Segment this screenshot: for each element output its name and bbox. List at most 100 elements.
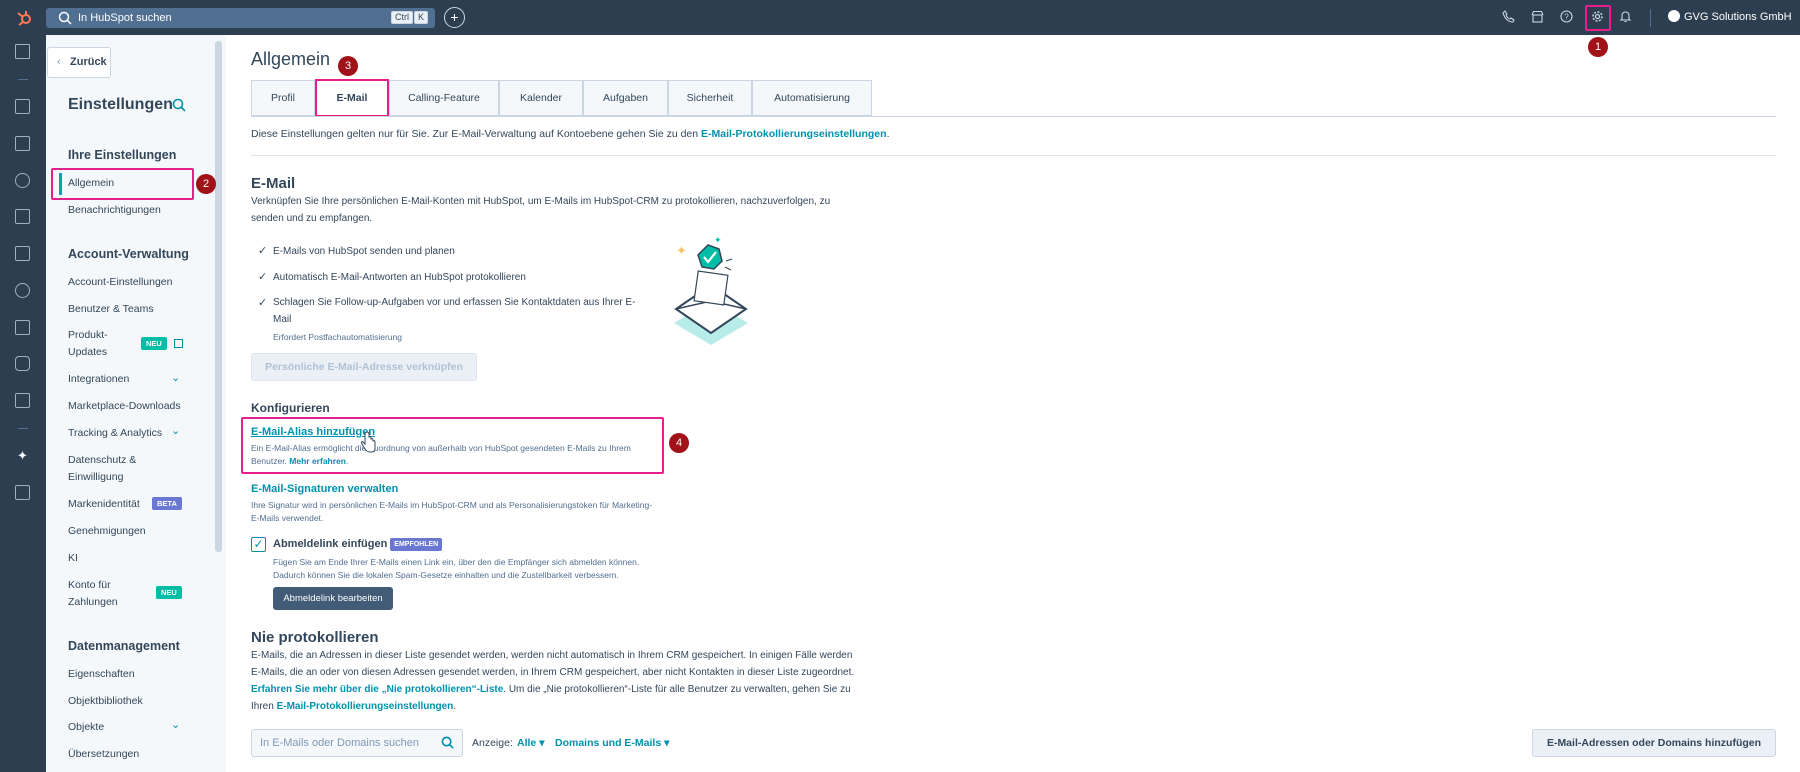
learn-more-link[interactable]: Mehr erfahren: [289, 456, 346, 466]
workspaces-icon[interactable]: [15, 99, 30, 114]
never-log-end: .: [453, 701, 457, 712]
search-icon[interactable]: [441, 736, 454, 749]
tab-kalender[interactable]: Kalender: [499, 80, 583, 116]
settings-search-icon[interactable]: [172, 98, 186, 112]
display-filter-dropdown[interactable]: Alle ▾: [517, 737, 544, 749]
sidebar-item-allgemein[interactable]: Allgemein: [68, 175, 114, 192]
unsubscribe-description-line1: Fügen Sie am Ende Ihrer E-Mails einen Li…: [273, 557, 640, 567]
sidebar-item-marketplace-downloads[interactable]: Marketplace-Downloads: [68, 398, 181, 415]
section-own-settings: Ihre Einstellungen: [68, 148, 177, 162]
sidebar-item-markenidentitaet[interactable]: Markenidentität: [68, 496, 140, 513]
bookmark-icon[interactable]: [15, 44, 30, 59]
chevron-down-icon[interactable]: ⌄: [171, 371, 180, 384]
tab-profil[interactable]: Profil: [251, 80, 315, 116]
tab-email[interactable]: E-Mail: [315, 79, 389, 117]
tab-automatisierung[interactable]: Automatisierung: [752, 80, 872, 116]
beta-badge: BETA: [152, 497, 182, 510]
library-folder-icon[interactable]: [15, 393, 30, 408]
service-icon[interactable]: [15, 283, 30, 298]
top-navigation-bar: In HubSpot suchen Ctrl K + ? GVG Solutio…: [0, 0, 1800, 35]
search-icon: [58, 11, 72, 25]
shortcut-ctrl-key: Ctrl: [391, 11, 413, 24]
sidebar-item-tracking-analytics[interactable]: Tracking & Analytics: [68, 425, 162, 442]
commerce-icon[interactable]: [15, 246, 30, 261]
create-plus-button[interactable]: +: [444, 7, 465, 28]
add-addresses-or-domains-button[interactable]: E-Mail-Adressen oder Domains hinzufügen: [1532, 729, 1776, 757]
signature-description-line2: E-Mails verwendet.: [251, 513, 324, 523]
tab-aufgaben[interactable]: Aufgaben: [583, 80, 668, 116]
alias-description-line1: Ein E-Mail-Alias ermöglicht die Zuordnun…: [251, 443, 631, 453]
connect-personal-email-button[interactable]: Persönliche E-Mail-Adresse verknüpfen: [251, 353, 477, 381]
sidebar-item-uebersetzungen[interactable]: Übersetzungen: [68, 746, 139, 763]
sidebar-item-eigenschaften[interactable]: Eigenschaften: [68, 666, 135, 683]
marker-4: 4: [669, 433, 689, 453]
sidebar-item-konto-zahlungen-line1[interactable]: Konto für: [68, 577, 111, 594]
chevron-down-icon[interactable]: ⌄: [171, 424, 180, 437]
data-management-icon[interactable]: [15, 356, 30, 371]
hubspot-logo-icon[interactable]: [14, 8, 34, 28]
rail-divider: [18, 428, 28, 429]
sidebar-item-benutzer-teams[interactable]: Benutzer & Teams: [68, 301, 154, 318]
back-button[interactable]: ‹ Zurück: [47, 47, 111, 78]
back-button-label: Zurück: [70, 56, 107, 68]
marketing-icon[interactable]: [15, 173, 30, 188]
sidebar-scrollbar[interactable]: [215, 41, 222, 552]
never-log-description-line1: E-Mails, die an Adressen in dieser Liste…: [251, 650, 853, 661]
notifications-bell-icon[interactable]: [1618, 10, 1633, 25]
rail-divider: [18, 79, 28, 80]
external-link-icon: [174, 339, 183, 348]
sidebar-item-account-einstellungen[interactable]: Account-Einstellungen: [68, 274, 172, 291]
feature-follow-up-note: Erfordert Postfachautomatisierung: [273, 332, 402, 342]
email-description-line1: Verknüpfen Sie Ihre persönlichen E-Mail-…: [251, 196, 831, 207]
breeze-ai-icon[interactable]: ✦: [15, 448, 30, 463]
edit-unsubscribe-link-button[interactable]: Abmeldelink bearbeiten: [273, 587, 393, 610]
never-log-search-input[interactable]: In E-Mails oder Domains suchen: [251, 729, 463, 757]
contacts-icon[interactable]: [15, 136, 30, 151]
sidebar-item-produkt-updates-line1[interactable]: Produkt-: [68, 327, 108, 344]
add-email-alias-link[interactable]: E-Mail-Alias hinzufügen: [251, 426, 375, 438]
manage-email-signatures-link[interactable]: E-Mail-Signaturen verwalten: [251, 483, 398, 495]
unsubscribe-description-line2: Dadurch können Sie die lokalen Spam-Gese…: [273, 570, 619, 580]
developer-icon[interactable]: [15, 485, 30, 500]
email-logging-settings-link[interactable]: E-Mail-Protokollierungseinstellungen: [701, 128, 887, 140]
phone-icon[interactable]: [1501, 10, 1516, 25]
content-icon[interactable]: [15, 209, 30, 224]
sidebar-item-konto-zahlungen-line2[interactable]: Zahlungen: [68, 594, 118, 611]
never-log-learn-more-link[interactable]: Erfahren Sie mehr über die „Nie protokol…: [251, 684, 503, 695]
account-menu[interactable]: GVG Solutions GmbH: [1668, 10, 1792, 23]
sidebar-item-benachrichtigungen[interactable]: Benachrichtigungen: [68, 202, 161, 219]
marketplace-icon[interactable]: [1530, 10, 1545, 25]
sidebar-item-datenschutz-line2[interactable]: Einwilligung: [68, 469, 123, 486]
checkmark-icon: ✓: [258, 271, 268, 283]
marker-3: 3: [338, 56, 358, 76]
caret-down-icon: ▾: [664, 737, 670, 749]
never-log-settings-link[interactable]: E-Mail-Protokollierungseinstellungen: [277, 701, 454, 712]
svg-text:✦: ✦: [676, 244, 687, 259]
sidebar-item-ki[interactable]: KI: [68, 550, 78, 567]
sidebar-item-produkt-updates-line2[interactable]: Updates: [68, 344, 107, 361]
type-filter-dropdown[interactable]: Domains und E-Mails ▾: [555, 737, 669, 749]
email-envelope-illustration-icon: ✦ ✦: [674, 237, 748, 345]
new-badge: NEU: [141, 337, 167, 350]
sidebar-item-objekte[interactable]: Objekte: [68, 719, 104, 736]
chevron-left-icon: ‹: [57, 56, 61, 68]
unsubscribe-link-checkbox[interactable]: ✓: [251, 537, 266, 552]
tab-sicherheit[interactable]: Sicherheit: [668, 80, 752, 116]
global-search-input[interactable]: In HubSpot suchen Ctrl K: [46, 8, 435, 28]
feature-log-replies: Automatisch E-Mail-Antworten an HubSpot …: [273, 272, 526, 283]
reporting-icon[interactable]: [15, 320, 30, 335]
sidebar-item-datenschutz-line1[interactable]: Datenschutz &: [68, 452, 136, 469]
sidebar-item-genehmigungen[interactable]: Genehmigungen: [68, 523, 146, 540]
never-log-description-text: . Um die „Nie protokollieren“-Liste für …: [503, 684, 851, 695]
never-log-search-placeholder: In E-Mails oder Domains suchen: [260, 737, 419, 749]
help-icon[interactable]: ?: [1559, 10, 1574, 25]
chevron-down-icon[interactable]: ⌄: [171, 718, 180, 731]
hand-cursor-icon: [360, 432, 376, 453]
intro-body: Diese Einstellungen gelten nur für Sie. …: [251, 128, 702, 140]
unsubscribe-label-row: Abmeldelink einfügen EMPFOHLEN: [273, 538, 443, 551]
sidebar-item-objektbibliothek[interactable]: Objektbibliothek: [68, 693, 143, 710]
never-log-prefix: Ihren: [251, 701, 277, 712]
sidebar-item-integrationen[interactable]: Integrationen: [68, 371, 129, 388]
gear-icon[interactable]: [1590, 10, 1605, 25]
tab-calling-feature[interactable]: Calling-Feature: [389, 80, 499, 116]
